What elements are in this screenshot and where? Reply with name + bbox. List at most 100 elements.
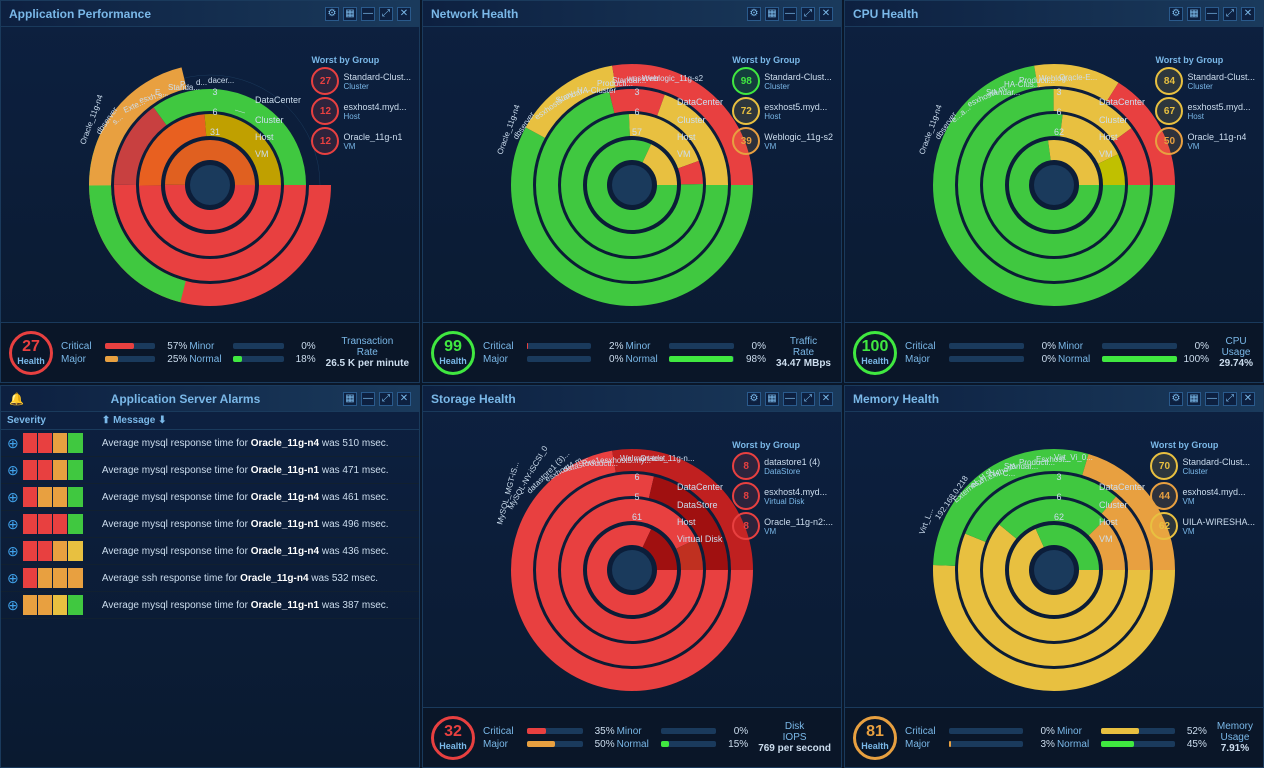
grid-icon[interactable]: ▦ [1187, 7, 1201, 21]
alarm-add-icon[interactable]: ⊕ [7, 516, 19, 533]
storage-metric: Disk IOPS 769 per second [756, 719, 833, 756]
settings-icon[interactable]: ⚙ [325, 7, 339, 21]
alarm-severity-cell: ⊕ [1, 565, 96, 592]
svg-text:Virt_Vi_0...: Virt_Vi_0... [1054, 453, 1093, 462]
settings-icon[interactable]: ⚙ [1169, 392, 1183, 406]
grid-icon[interactable]: ▦ [343, 7, 357, 21]
alarm-message: Average mysql response time for Oracle_1… [102, 438, 389, 449]
severity-col-header: Severity [1, 412, 96, 430]
grid-icon[interactable]: ▦ [765, 7, 779, 21]
severity-segment [23, 487, 37, 507]
expand-icon[interactable]: ⤢ [1223, 392, 1237, 406]
settings-icon[interactable]: ⚙ [747, 7, 761, 21]
expand-icon[interactable]: ⤢ [379, 392, 393, 406]
severity-segment [53, 460, 67, 480]
severity-segment [23, 514, 37, 534]
expand-icon[interactable]: ⤢ [1223, 7, 1237, 21]
severity-segment [68, 541, 82, 561]
expand-icon[interactable]: ⤢ [801, 7, 815, 21]
close-icon[interactable]: ✕ [1241, 7, 1255, 21]
close-icon[interactable]: ✕ [1241, 392, 1255, 406]
cpu-worst-legend: Worst by Group 84 Standard-Clust... Clus… [1155, 55, 1255, 157]
svg-text:62: 62 [1054, 127, 1064, 137]
settings-icon[interactable]: ⚙ [1169, 7, 1183, 21]
grid-icon[interactable]: ▦ [765, 392, 779, 406]
worst-item-host: 12 esxhost4.myd... Host [311, 97, 411, 125]
severity-segment [23, 460, 37, 480]
alarm-message-cell: Average mysql response time for Oracle_1… [96, 511, 419, 538]
grid-icon[interactable]: ▦ [343, 392, 357, 406]
worst-cluster-type: Cluster [343, 82, 411, 91]
svg-text:DataCenter: DataCenter [1099, 97, 1145, 107]
alarm-row: ⊕Average mysql response time for Oracle_… [1, 457, 419, 484]
alarm-add-icon[interactable]: ⊕ [7, 435, 19, 452]
svg-text:VM: VM [677, 149, 691, 159]
cpu-status: 100 Health Critical 0% Minor 0% [845, 322, 1263, 382]
severity-bar [23, 487, 83, 507]
severity-segment [68, 460, 82, 480]
alarm-add-icon[interactable]: ⊕ [7, 570, 19, 587]
memory-header: Memory Health ⚙ ▦ — ⤢ ✕ [845, 386, 1263, 412]
svg-text:Oracle-E...: Oracle-E... [1059, 73, 1097, 82]
worst-item-cluster: 27 Standard-Clust... Cluster [311, 67, 411, 95]
alarm-severity-cell: ⊕ [1, 484, 96, 511]
svg-text:Cluster: Cluster [1099, 115, 1128, 125]
severity-segment [38, 460, 52, 480]
close-icon[interactable]: ✕ [397, 7, 411, 21]
minimize-icon[interactable]: — [783, 392, 797, 406]
severity-segment [38, 541, 52, 561]
app-perf-health-number: 27 [22, 339, 40, 355]
minimize-icon[interactable]: — [783, 7, 797, 21]
alarm-add-icon[interactable]: ⊕ [7, 489, 19, 506]
alarms-header: 🔔 Application Server Alarms ▦ — ⤢ ✕ [1, 386, 419, 412]
worst-host-type: Host [343, 112, 406, 121]
alarm-message-cell: Average mysql response time for Oracle_1… [96, 538, 419, 565]
severity-segment [53, 487, 67, 507]
alarm-add-icon[interactable]: ⊕ [7, 543, 19, 560]
svg-text:VM: VM [1099, 149, 1113, 159]
severity-segment [53, 541, 67, 561]
minimize-icon[interactable]: — [361, 7, 375, 21]
alarm-add-icon[interactable]: ⊕ [7, 597, 19, 614]
network-worst-legend: Worst by Group 98 Standard-Clust... Clus… [732, 55, 833, 157]
close-icon[interactable]: ✕ [819, 7, 833, 21]
minimize-icon[interactable]: — [361, 392, 375, 406]
storage-controls: ⚙ ▦ — ⤢ ✕ [747, 392, 833, 406]
minimize-icon[interactable]: — [1205, 392, 1219, 406]
alarms-table: Severity ⬆ Message ⬇ ⊕Average mysql resp… [1, 412, 419, 619]
memory-stats: Critical 0% Minor 52% Major 3% [905, 726, 1207, 750]
alarms-content: Severity ⬆ Message ⬇ ⊕Average mysql resp… [1, 412, 419, 767]
severity-segment [38, 433, 52, 453]
worst-cluster-name: Standard-Clust... [343, 72, 411, 82]
alarms-panel: 🔔 Application Server Alarms ▦ — ⤢ ✕ Seve… [0, 385, 420, 768]
memory-status: 81 Health Critical 0% Minor 52% [845, 707, 1263, 767]
minimize-icon[interactable]: — [1205, 7, 1219, 21]
svg-text:d...: d... [196, 78, 207, 87]
grid-icon[interactable]: ▦ [1187, 392, 1201, 406]
svg-text:6: 6 [1056, 492, 1061, 502]
settings-icon[interactable]: ⚙ [747, 392, 761, 406]
svg-text:DataCenter: DataCenter [1099, 482, 1145, 492]
app-performance-panel: Application Performance ⚙ ▦ — ⤢ ✕ [0, 0, 420, 383]
svg-text:3: 3 [212, 87, 217, 97]
app-perf-metric: Transaction Rate 26.5 K per minute [324, 334, 411, 371]
worst-badge-cluster: 27 [311, 67, 339, 95]
expand-icon[interactable]: ⤢ [801, 392, 815, 406]
close-icon[interactable]: ✕ [819, 392, 833, 406]
alarm-add-icon[interactable]: ⊕ [7, 462, 19, 479]
network-chart: DataCenter Cluster Host VM 3 6 57 Oracle… [423, 27, 841, 322]
severity-wrapper: ⊕ [7, 433, 90, 453]
close-icon[interactable]: ✕ [397, 392, 411, 406]
network-health-panel: Network Health ⚙ ▦ — ⤢ ✕ [422, 0, 842, 383]
network-header: Network Health ⚙ ▦ — ⤢ ✕ [423, 1, 841, 27]
memory-chart: DataCenter Cluster Host VM 3 6 62 Virt_L… [845, 412, 1263, 707]
cpu-header: CPU Health ⚙ ▦ — ⤢ ✕ [845, 1, 1263, 27]
expand-icon[interactable]: ⤢ [379, 7, 393, 21]
worst-badge-vm: 12 [311, 127, 339, 155]
severity-segment [38, 595, 52, 615]
network-status: 99 Health Critical 2% Minor 0% [423, 322, 841, 382]
svg-text:Host: Host [255, 132, 274, 142]
worst-item-vm: 12 Oracle_11g-n1 VM [311, 127, 411, 155]
severity-segment [38, 514, 52, 534]
svg-text:57: 57 [632, 127, 642, 137]
